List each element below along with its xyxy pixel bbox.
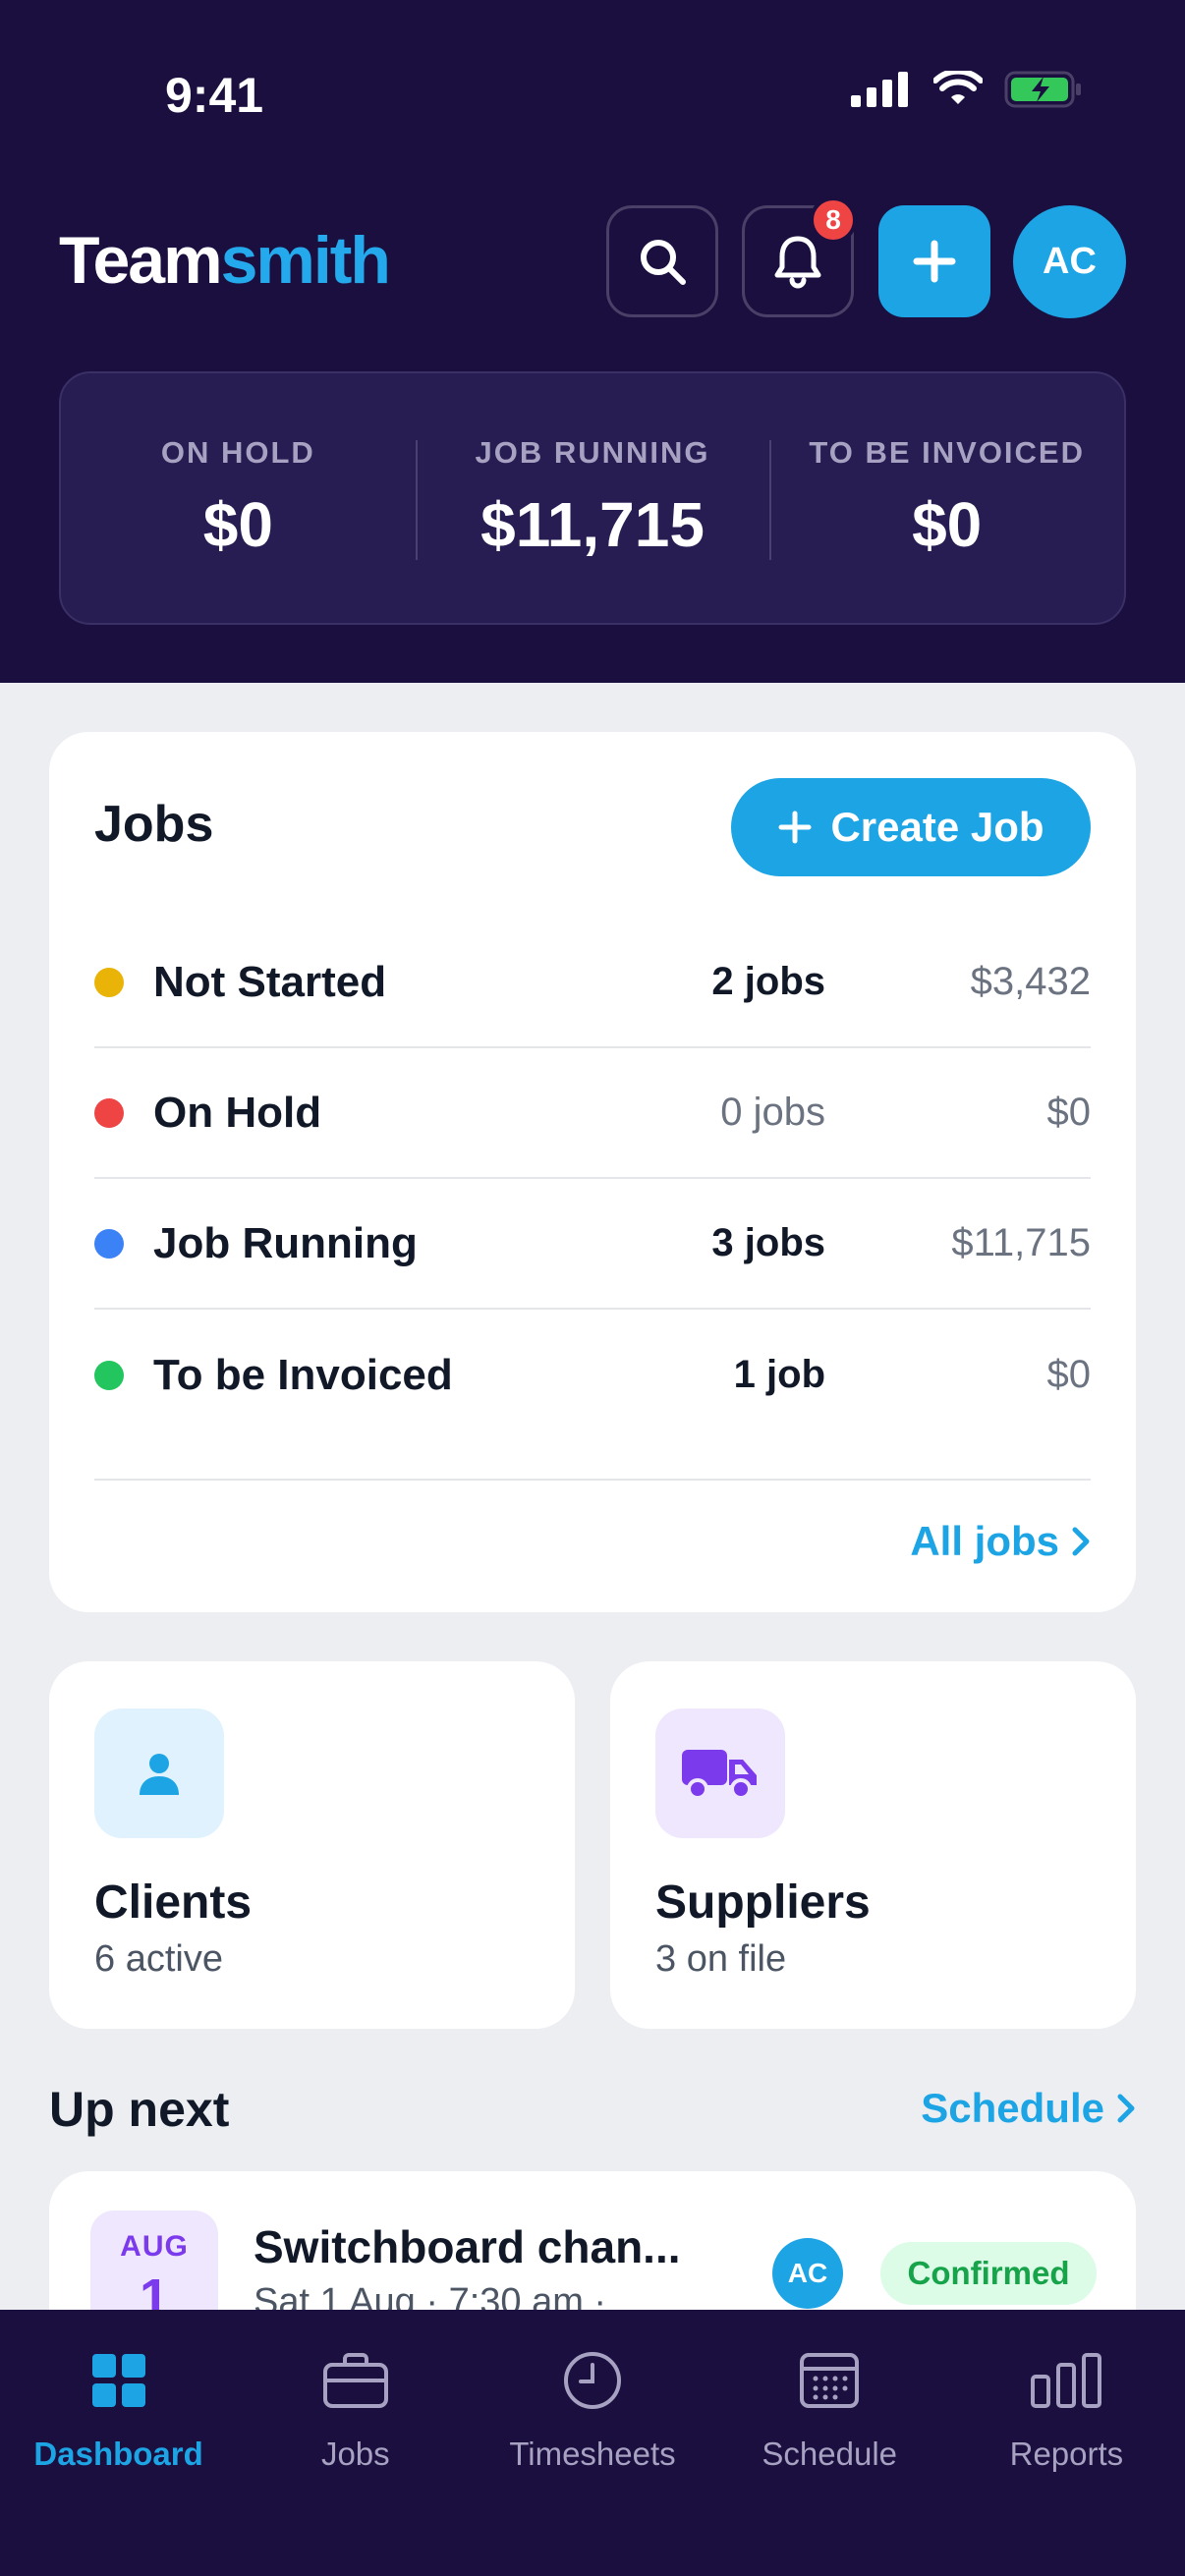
battery-icon (1004, 71, 1081, 108)
dashboard-grid-icon (90, 2345, 147, 2416)
suppliers-icon-tile (655, 1708, 785, 1838)
all-jobs-link[interactable]: All jobs (910, 1518, 1091, 1565)
schedule-link[interactable]: Schedule (921, 2085, 1136, 2132)
tab-dashboard[interactable]: Dashboard (0, 2310, 237, 2576)
bottom-tab-bar: Dashboard Jobs Timesheets Schedule Repor… (0, 2310, 1185, 2576)
job-status-row-not-started[interactable]: Not Started 2 jobs $3,432 (94, 918, 1091, 1048)
job-count: 2 jobs (711, 960, 825, 1003)
job-status-label: Not Started (153, 957, 387, 1006)
tab-timesheets[interactable]: Timesheets (474, 2310, 710, 2576)
event-month: AUG (120, 2230, 189, 2263)
schedule-link-label: Schedule (921, 2085, 1104, 2131)
summary-panel: ON HOLD $0 JOB RUNNING $11,715 TO BE INV… (59, 371, 1126, 625)
summary-job-running: JOB RUNNING $11,715 (415, 373, 770, 623)
job-amount: $3,432 (970, 960, 1091, 1003)
suppliers-subtitle: 3 on file (655, 1938, 787, 1980)
status-bar: 9:41 (0, 0, 1185, 157)
add-button[interactable] (878, 205, 990, 317)
wifi-icon (933, 71, 983, 104)
briefcase-icon (321, 2345, 390, 2416)
profile-avatar[interactable]: AC (1013, 205, 1126, 318)
jobs-card: Jobs Create Job Not Started 2 jobs $3,43… (49, 732, 1136, 1612)
all-jobs-label: All jobs (910, 1518, 1059, 1564)
job-count: 1 job (733, 1353, 825, 1396)
chevron-right-icon (1072, 1527, 1090, 1556)
truck-icon (682, 1750, 757, 1800)
status-dot (94, 1097, 124, 1128)
tab-label: Dashboard (33, 2436, 203, 2472)
status-dot (94, 967, 124, 997)
suppliers-card[interactable]: Suppliers 3 on file (610, 1661, 1136, 2029)
tab-label: Reports (1009, 2436, 1124, 2472)
summary-label: TO BE INVOICED (809, 435, 1085, 470)
clock-icon (561, 2345, 624, 2416)
status-dot (94, 1360, 124, 1390)
summary-to-be-invoiced: TO BE INVOICED $0 (769, 373, 1124, 623)
brand-logo: Teamsmith (59, 222, 391, 299)
job-status-label: On Hold (153, 1088, 322, 1137)
tab-schedule[interactable]: Schedule (711, 2310, 948, 2576)
job-amount: $0 (1046, 1091, 1092, 1134)
job-status-row-job-running[interactable]: Job Running 3 jobs $11,715 (94, 1179, 1091, 1310)
person-icon (140, 1754, 179, 1795)
job-status-label: Job Running (153, 1218, 418, 1267)
job-status-label: To be Invoiced (153, 1350, 453, 1399)
jobs-title: Jobs (94, 796, 214, 853)
suppliers-title: Suppliers (655, 1876, 871, 1929)
clients-card[interactable]: Clients 6 active (49, 1661, 575, 2029)
job-status-row-to-be-invoiced[interactable]: To be Invoiced 1 job $0 (94, 1310, 1091, 1440)
summary-value: $0 (912, 489, 983, 560)
brand-part-1: Team (59, 223, 223, 298)
create-job-label: Create Job (830, 804, 1044, 850)
tab-label: Timesheets (509, 2436, 676, 2472)
notifications-button[interactable]: 8 (742, 196, 857, 317)
app-header: 9:41 Teamsmith 8 AC ON HOLD $0 JOB RUNNI… (0, 0, 1185, 683)
status-icons (851, 71, 1083, 108)
tab-reports[interactable]: Reports (948, 2310, 1185, 2576)
summary-label: JOB RUNNING (475, 435, 710, 470)
search-icon (641, 240, 686, 285)
status-badge: Confirmed (880, 2242, 1097, 2305)
brand-part-2: smith (220, 223, 391, 298)
status-time: 9:41 (165, 68, 264, 123)
plus-icon (778, 811, 812, 844)
summary-label: ON HOLD (160, 435, 315, 470)
calendar-icon (799, 2345, 860, 2416)
job-status-row-on-hold[interactable]: On Hold 0 jobs $0 (94, 1048, 1091, 1179)
status-dot (94, 1228, 124, 1259)
clients-subtitle: 6 active (94, 1938, 223, 1980)
clients-title: Clients (94, 1876, 253, 1929)
summary-on-hold: ON HOLD $0 (61, 373, 416, 623)
create-job-button[interactable]: Create Job (731, 778, 1091, 876)
bell-icon (774, 236, 821, 289)
summary-value: $11,715 (480, 489, 705, 560)
job-amount: $11,715 (951, 1221, 1091, 1264)
job-amount: $0 (1046, 1353, 1092, 1396)
divider (94, 1479, 1091, 1481)
tab-jobs[interactable]: Jobs (237, 2310, 474, 2576)
tab-label: Schedule (762, 2436, 898, 2472)
bar-chart-icon (1029, 2345, 1103, 2416)
job-count: 0 jobs (720, 1091, 825, 1134)
clients-icon-tile (94, 1708, 224, 1838)
plus-icon (913, 240, 956, 283)
search-button[interactable] (606, 205, 718, 317)
notification-badge: 8 (810, 196, 857, 244)
assignee-avatar: AC (772, 2238, 843, 2309)
event-title: Switchboard chan... (254, 2221, 681, 2272)
tab-label: Jobs (320, 2436, 390, 2472)
summary-value: $0 (202, 489, 273, 560)
up-next-title: Up next (49, 2082, 230, 2137)
chevron-right-icon (1117, 2094, 1135, 2123)
job-count: 3 jobs (711, 1221, 825, 1264)
signal-icon (851, 72, 908, 107)
